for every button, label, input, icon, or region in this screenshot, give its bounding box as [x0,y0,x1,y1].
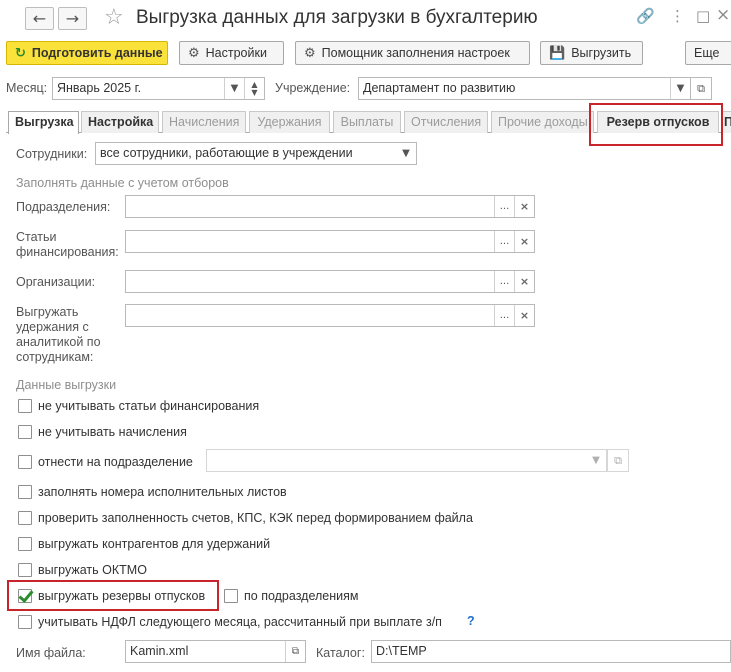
departments-label: Подразделения: [16,200,111,214]
option-label: заполнять номера исполнительных листов [38,485,287,499]
directory-field[interactable]: D:\TEMP [371,640,731,663]
tab-export[interactable]: Выгрузка [8,111,79,134]
option-label: отнести на подразделение [38,455,193,469]
tab-deductions[interactable]: Удержания [249,111,330,133]
option-label: учитывать НДФЛ следующего месяца, рассчи… [38,615,442,629]
arrow-left-icon: ← [32,9,47,28]
chevron-down-icon[interactable]: ▼ [396,143,416,164]
chevron-down-icon[interactable]: ▼ [670,78,690,99]
option-label: не учитывать статьи финансирования [38,399,260,413]
maximize-icon[interactable]: □ [696,7,710,25]
finance-field[interactable]: ... × [125,230,535,253]
option-checkbox-ignore-accruals[interactable] [18,425,32,439]
deductions-label: Выгружать удержания с аналитикой по сотр… [16,305,101,364]
orgs-field[interactable]: ... × [125,270,535,293]
option-checkbox-export-counterparties[interactable] [18,537,32,551]
export-section-title: Данные выгрузки [16,378,117,392]
chevron-down-icon[interactable]: ▼ [224,78,244,99]
option-checkbox-check-accounts[interactable] [18,511,32,525]
file-name-field[interactable]: Kamin.xml ⧉ [125,640,306,663]
export-button[interactable]: 💾 Выгрузить [540,41,643,65]
settings-wizard-button[interactable]: ⚙ Помощник заполнения настроек [295,41,530,65]
open-icon[interactable]: ⧉ [285,641,305,662]
option-label: по подразделениям [244,589,359,603]
select-icon[interactable]: ... [494,305,514,326]
org-field[interactable]: Департамент по развитию ▼ [358,77,691,100]
option-label: выгружать контрагентов для удержаний [38,537,271,551]
departments-field[interactable]: ... × [125,195,535,218]
close-icon[interactable]: × [716,5,730,25]
wizard-icon: ⚙ [304,45,316,61]
deductions-field[interactable]: ... × [125,304,535,327]
more-vertical-icon[interactable]: ⋮ [670,7,685,25]
tab-accruals[interactable]: Начисления [162,111,246,133]
option-label: выгружать ОКТМО [38,563,147,577]
option-checkbox-ndfl-next-month[interactable] [18,615,32,629]
prepare-data-button[interactable]: ↻ Подготовить данные [6,41,168,65]
clear-icon[interactable]: × [514,231,534,252]
gear-icon: ⚙ [188,45,200,61]
window-title: Выгрузка данных для загрузки в бухгалтер… [136,7,538,28]
select-icon[interactable]: ... [494,231,514,252]
option-label: не учитывать начисления [38,425,187,439]
org-label: Учреждение: [275,81,351,95]
option-checkbox-assign-department[interactable] [18,455,32,469]
link-icon[interactable]: 🔗 [636,7,655,25]
arrow-right-icon: → [65,9,80,28]
filters-section-title: Заполнять данные с учетом отборов [16,176,229,190]
option-checkbox-export-oktmo[interactable] [18,563,32,577]
clear-icon[interactable]: × [514,196,534,217]
refresh-icon: ↻ [15,45,26,61]
file-name-label: Имя файла: [16,646,86,660]
chevron-down-icon[interactable]: ▼ [586,450,606,471]
option-checkbox-ignore-finance[interactable] [18,399,32,413]
tab-highlight [589,103,723,146]
department-select[interactable]: ▼ [206,449,607,472]
tab-settings[interactable]: Настройка [81,111,159,133]
more-button[interactable]: Еще [685,41,731,65]
settings-button[interactable]: ⚙ Настройки [179,41,284,65]
option-highlight [7,580,219,611]
tab-contributions[interactable]: Отчисления [404,111,488,133]
clear-icon[interactable]: × [514,271,534,292]
finance-label: Статьи финансирования: [16,230,119,259]
orgs-label: Организации: [16,275,96,289]
tab-other-income[interactable]: Прочие доходы [491,111,594,133]
tab-payments[interactable]: Выплаты [333,111,401,133]
directory-label: Каталог: [316,646,365,660]
clear-icon[interactable]: × [514,305,534,326]
option-checkbox-by-departments[interactable] [224,589,238,603]
employees-label: Сотрудники: [16,147,88,161]
open-icon[interactable]: ⧉ [607,449,629,472]
employees-select[interactable]: все сотрудники, работающие в учреждении … [95,142,417,165]
forward-button[interactable]: → [58,7,87,30]
month-label: Месяц: [6,81,48,95]
option-checkbox-writ-numbers[interactable] [18,485,32,499]
save-icon: 💾 [549,45,566,61]
back-button[interactable]: ← [25,7,54,30]
open-icon[interactable]: ⧉ [690,77,712,100]
spinner-icon[interactable]: ▲ ▼ [244,78,264,99]
star-icon[interactable]: ☆ [104,5,124,30]
help-icon[interactable]: ? [467,614,475,628]
option-label: проверить заполненность счетов, КПС, КЭК… [38,511,473,525]
select-icon[interactable]: ... [494,196,514,217]
month-field[interactable]: Январь 2025 г. ▼ ▲ ▼ [52,77,265,100]
select-icon[interactable]: ... [494,271,514,292]
